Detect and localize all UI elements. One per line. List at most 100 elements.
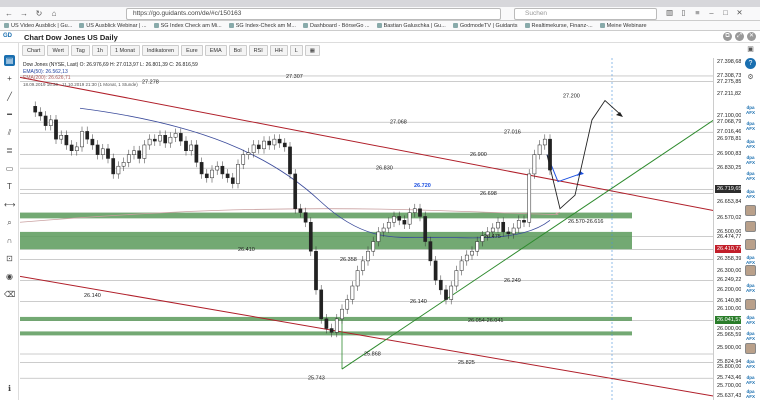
dpa-afx-icon[interactable]: dpa AFX — [744, 375, 757, 385]
trash-icon[interactable]: ⌫ — [4, 289, 15, 300]
camera-icon[interactable]: ▣ — [744, 45, 757, 55]
bookmark-item[interactable]: Meine Webinare — [600, 23, 647, 29]
zoom-icon[interactable]: ⌕ — [4, 217, 15, 228]
legend-symbol-line: Dow Jones (NYSE, Last) O: 26.976,69 H: 2… — [23, 62, 198, 68]
candle-body — [298, 208, 303, 213]
magnet-icon[interactable]: ∩ — [4, 235, 15, 246]
dpa-afx-icon[interactable]: dpa AFX — [744, 255, 757, 265]
expand-icon[interactable]: ⤢ — [735, 32, 744, 41]
price-axis-label: 26.900,83 — [717, 151, 742, 158]
avatar[interactable] — [745, 299, 756, 310]
minimize-icon[interactable]: – — [707, 8, 716, 17]
price-chart[interactable]: 27.307 27.278 27.068 27.016 27.200 26.900 26.8… — [20, 58, 714, 400]
arrowhead-icon — [616, 112, 623, 118]
candle-body — [90, 138, 95, 146]
candle-body — [490, 227, 495, 233]
price-axis-label: 26.300,00 — [717, 267, 742, 274]
toolbar-button[interactable]: HH — [269, 45, 288, 56]
toolbar-button[interactable]: 1 Monat — [109, 45, 140, 56]
channel-tool-icon[interactable]: ⫽ — [4, 127, 15, 138]
candle-body — [527, 173, 532, 223]
candle-body — [69, 144, 74, 151]
candle-body — [454, 270, 459, 287]
bookmark-item[interactable]: SG Index-Check am M... — [229, 23, 296, 29]
bookmark-item[interactable]: Bastian Galuschka | Gu... — [377, 23, 446, 29]
toolbar-button[interactable]: Tag — [70, 45, 90, 56]
price-annotation: 26.249 — [504, 278, 521, 284]
dpa-afx-icon[interactable]: dpa AFX — [744, 121, 757, 131]
candle-body — [381, 227, 386, 233]
price-annotation: 26.140 — [84, 293, 101, 299]
dpa-afx-icon[interactable]: dpa AFX — [744, 315, 757, 325]
dpa-afx-icon[interactable]: dpa AFX — [744, 189, 757, 199]
price-axis-label: 27.398,68 — [717, 59, 742, 65]
price-annotation: 27.200 — [563, 94, 580, 100]
url-bar[interactable]: https://go.guidants.com/de/#c/150163 — [126, 8, 501, 20]
avatar[interactable] — [745, 221, 756, 232]
maximize-icon[interactable]: □ — [721, 8, 730, 17]
help-icon[interactable]: ? — [745, 58, 756, 69]
dpa-afx-icon[interactable]: dpa AFX — [744, 171, 757, 181]
shape-tool-icon[interactable]: ▭ — [4, 163, 15, 174]
toolbar-button[interactable]: ▦ — [304, 45, 320, 56]
sidebar-icon[interactable]: ▯ — [679, 8, 688, 17]
home-icon[interactable]: ⌂ — [48, 8, 60, 20]
eye-icon[interactable]: ◉ — [4, 271, 15, 282]
price-annotation: 26.140 — [410, 299, 427, 305]
candle-body — [74, 146, 79, 151]
price-axis[interactable]: 27.398,68 27.308,73 27.275,85 27.211,82 27.1… — [713, 58, 742, 400]
avatar[interactable] — [745, 343, 756, 354]
toolbar-button[interactable]: Eure — [181, 45, 203, 56]
toolbar-button[interactable]: Chart — [22, 45, 46, 56]
dpa-afx-icon[interactable]: dpa AFX — [744, 331, 757, 341]
toolbar-button[interactable]: Bol — [228, 45, 247, 56]
text-tool-icon[interactable]: T — [4, 181, 15, 192]
close-icon[interactable]: ✕ — [735, 8, 744, 17]
toolbar-button[interactable]: L — [289, 45, 303, 56]
dpa-afx-icon[interactable]: dpa AFX — [744, 359, 757, 369]
dpa-afx-icon[interactable]: dpa AFX — [744, 389, 757, 399]
link-icon[interactable]: ⧉ — [723, 32, 732, 41]
bookmark-item[interactable]: GodmodeTV | Guidants — [453, 23, 518, 29]
toolbar-button[interactable]: RSI — [248, 45, 268, 56]
bookmark-item[interactable]: Dashboard - BörseGo ... — [303, 23, 370, 29]
candle-body — [137, 150, 142, 159]
avatar[interactable] — [745, 265, 756, 276]
price-annotation: 25.868 — [364, 352, 381, 358]
bookmark-item[interactable]: Realtimekurse, Finanz-... — [525, 23, 593, 29]
candle-body — [64, 135, 69, 146]
horizontal-line-icon[interactable]: ━ — [4, 109, 15, 120]
forward-arrow-icon[interactable]: → — [18, 8, 30, 20]
bookmark-item[interactable]: US Ausblick Webinar | ... — [79, 23, 146, 29]
window-close-icon[interactable]: ✕ — [747, 32, 756, 41]
toolbar-button[interactable]: 1h — [91, 45, 108, 56]
layout-icon[interactable]: ▤ — [4, 55, 15, 66]
candle-body — [173, 133, 178, 138]
fibonacci-icon[interactable]: ≣ — [4, 145, 15, 156]
avatar[interactable] — [745, 205, 756, 216]
avatar[interactable] — [745, 239, 756, 250]
trendline-tool-icon[interactable]: ╱ — [4, 91, 15, 102]
info-icon[interactable]: ℹ — [4, 383, 15, 394]
bookmark-item[interactable]: SG Index Check am Mi... — [154, 23, 222, 29]
toolbar-button[interactable]: Wert — [47, 45, 69, 56]
reload-icon[interactable]: ↻ — [33, 8, 45, 20]
menu-icon[interactable]: ≡ — [693, 8, 702, 17]
dpa-afx-icon[interactable]: dpa AFX — [744, 283, 757, 293]
dpa-afx-icon[interactable]: dpa AFX — [744, 105, 757, 115]
toolbar-button[interactable]: EMA — [204, 45, 227, 56]
candle-body — [345, 299, 350, 310]
library-icon[interactable]: ▥ — [665, 8, 674, 17]
search-input[interactable]: Suchen — [514, 8, 657, 20]
back-arrow-icon[interactable]: ← — [3, 8, 15, 20]
settings-icon[interactable]: ⚙ — [744, 73, 757, 83]
candle-body — [95, 144, 100, 155]
toolbar-button[interactable]: Indikatoren — [141, 45, 180, 56]
bookmark-item[interactable]: US Video Ausblick | Gu... — [4, 23, 72, 29]
dpa-afx-icon[interactable]: dpa AFX — [744, 139, 757, 149]
crosshair-icon[interactable]: + — [4, 73, 15, 84]
measure-icon[interactable]: ⟷ — [4, 199, 15, 210]
lock-icon[interactable]: ⊡ — [4, 253, 15, 264]
dpa-afx-icon[interactable]: dpa AFX — [744, 155, 757, 165]
candle-body — [288, 146, 292, 175]
